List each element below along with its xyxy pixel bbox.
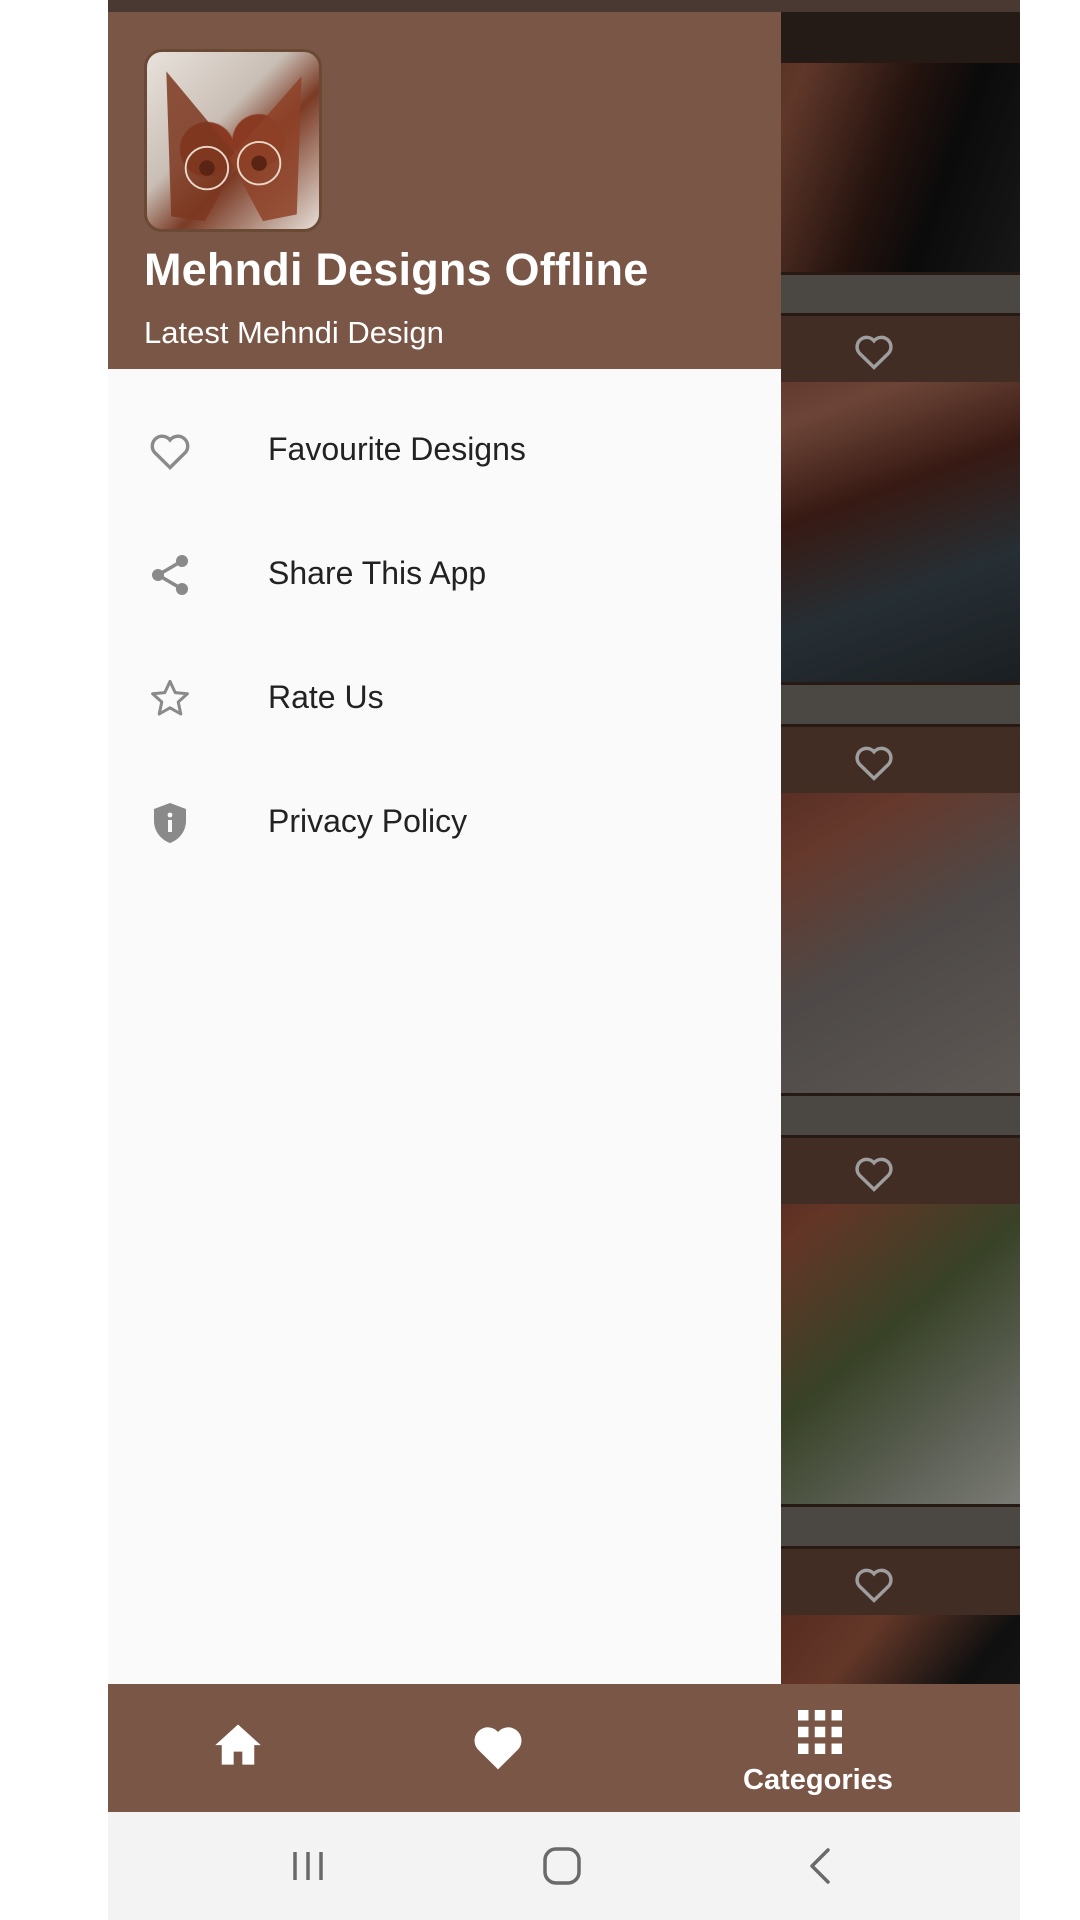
home-circle-icon[interactable] [532, 1838, 592, 1894]
drawer-header: Mehndi Designs Offline Latest Mehndi Des… [108, 12, 781, 369]
menu-item-label: Privacy Policy [268, 803, 468, 839]
back-chevron-icon[interactable] [790, 1838, 850, 1894]
system-navigation-bar [108, 1812, 1020, 1920]
drawer-app-subtitle: Latest Mehndi Design [144, 315, 444, 350]
phone-screen: Mehndi Designs Offline Latest Mehndi Des… [108, 0, 1020, 1920]
share-icon [152, 555, 188, 595]
heart-outline-icon [150, 434, 190, 470]
home-icon [215, 1724, 261, 1765]
heart-filled-icon [474, 1727, 522, 1770]
nav-categories-button[interactable]: Categories [708, 1684, 928, 1812]
shield-info-icon [154, 803, 186, 843]
menu-item-share-app[interactable]: Share This App [108, 511, 781, 635]
bottom-navigation: Categories [108, 1684, 1020, 1812]
navigation-drawer: Mehndi Designs Offline Latest Mehndi Des… [108, 0, 781, 1684]
nav-favourites-button[interactable] [428, 1684, 568, 1812]
menu-item-favourite-designs[interactable]: Favourite Designs [108, 387, 781, 511]
recent-apps-icon[interactable] [278, 1838, 338, 1894]
grid-icon [798, 1710, 842, 1754]
menu-item-label: Rate Us [268, 679, 384, 715]
menu-item-label: Share This App [268, 555, 487, 591]
nav-home-button[interactable] [168, 1684, 308, 1812]
drawer-app-title: Mehndi Designs Offline [144, 244, 649, 295]
menu-item-label: Favourite Designs [268, 431, 526, 467]
menu-item-privacy-policy[interactable]: Privacy Policy [108, 759, 781, 883]
menu-item-rate-us[interactable]: Rate Us [108, 635, 781, 759]
status-bar [108, 0, 1020, 12]
nav-categories-label: Categories [743, 1764, 893, 1796]
mehndi-hands-logo [144, 49, 322, 232]
star-outline-icon [151, 679, 189, 716]
